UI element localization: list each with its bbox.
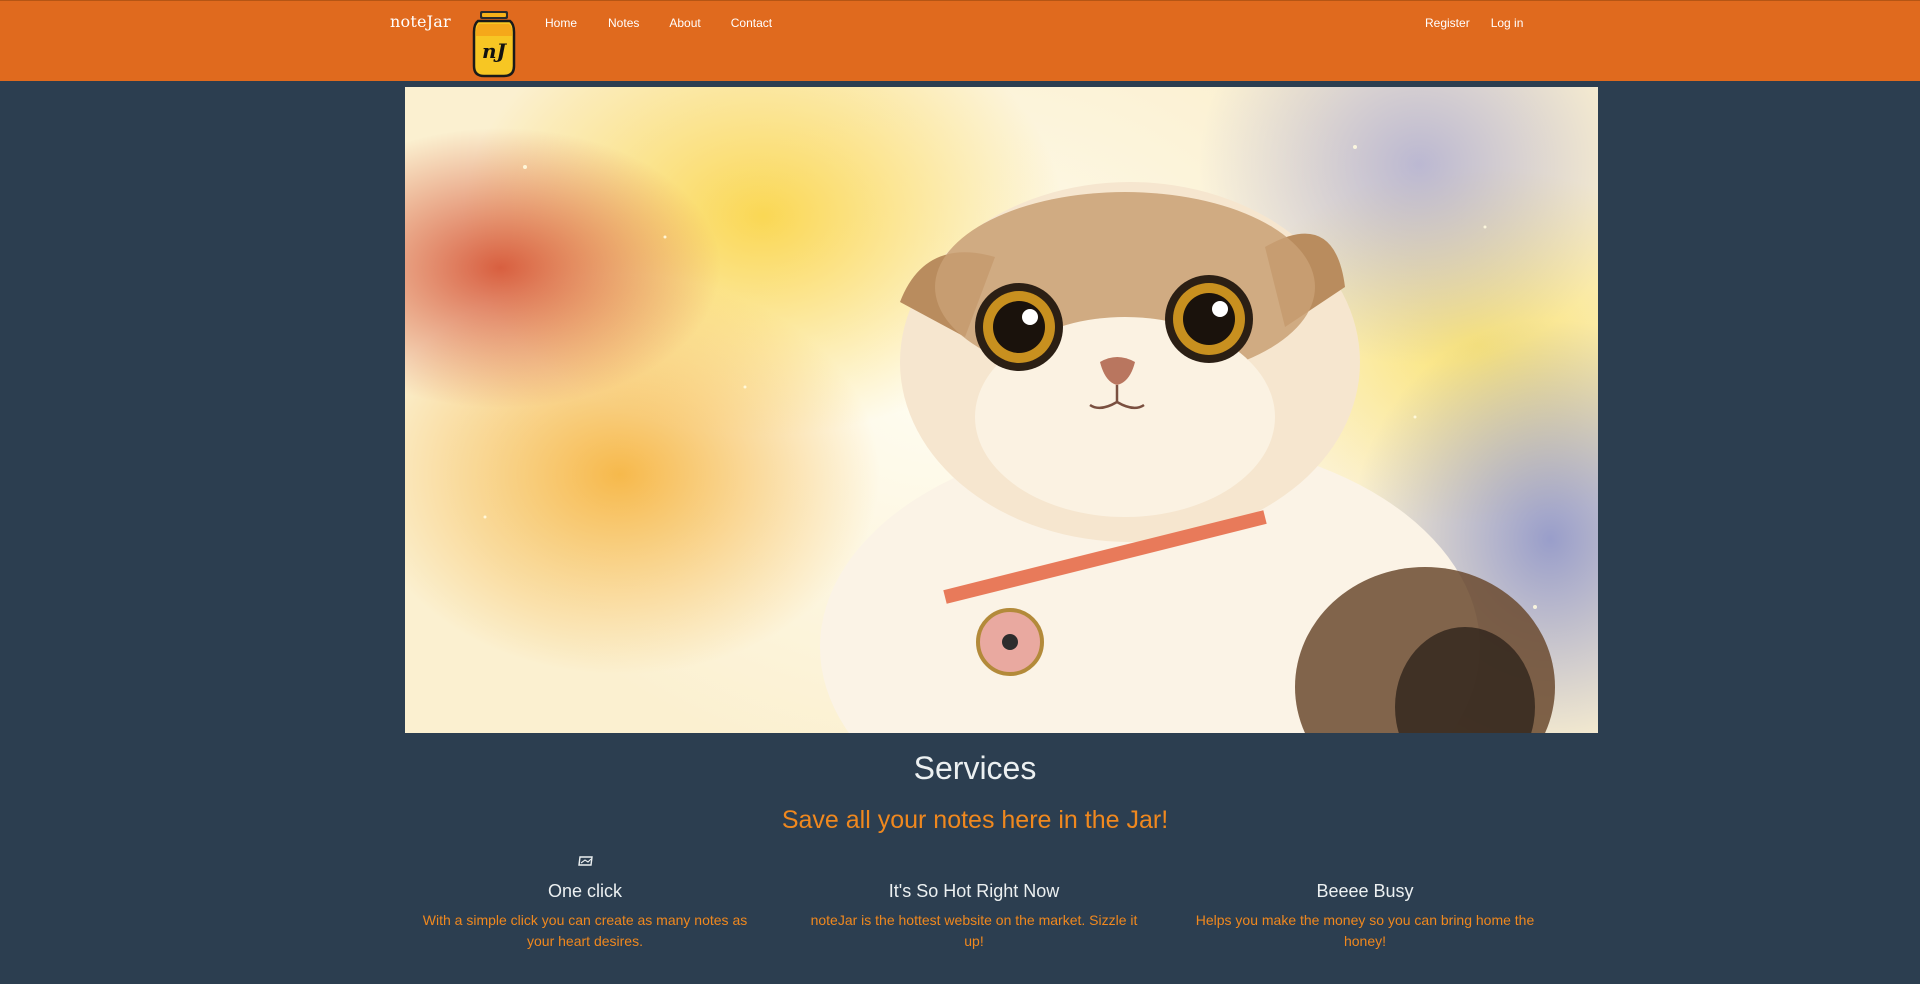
primary-nav: Home Notes About Contact [545, 16, 802, 30]
service-title: Beeee Busy [1316, 881, 1414, 901]
service-card-busy: Beeee Busy Helps you make the money so y… [1195, 878, 1535, 952]
nav-link-about[interactable]: About [669, 16, 715, 30]
service-title: It's So Hot Right Now [888, 881, 1060, 901]
nav-link-home[interactable]: Home [545, 16, 592, 30]
broken-image-icon [578, 856, 593, 866]
nav-link-notes[interactable]: Notes [608, 16, 654, 30]
nav-link-register[interactable]: Register [1425, 16, 1491, 30]
nav-link-login[interactable]: Log in [1491, 16, 1545, 30]
cat-in-space-icon [483, 145, 1555, 733]
account-nav: Register Log in [1425, 16, 1544, 30]
service-card-hot: It's So Hot Right Now noteJar is the hot… [804, 878, 1144, 952]
service-card-one-click: One click With a simple click you can cr… [415, 878, 755, 952]
services-title: Services [913, 750, 1037, 786]
notejar-logo-icon[interactable]: nJ [470, 8, 518, 78]
brand-link[interactable]: noteJar [390, 12, 451, 31]
service-text: With a simple click you can create as ma… [422, 912, 748, 949]
nav-link-contact[interactable]: Contact [731, 16, 787, 30]
navbar: noteJar nJ Home Notes About Contact Regi… [0, 0, 1920, 81]
service-text: noteJar is the hottest website on the ma… [810, 912, 1138, 949]
services-subtitle: Save all your notes here in the Jar! [781, 806, 1169, 834]
service-title: One click [547, 881, 623, 901]
service-text: Helps you make the money so you can brin… [1195, 912, 1535, 949]
hero-image [405, 87, 1598, 733]
logo-text: nJ [482, 39, 508, 63]
